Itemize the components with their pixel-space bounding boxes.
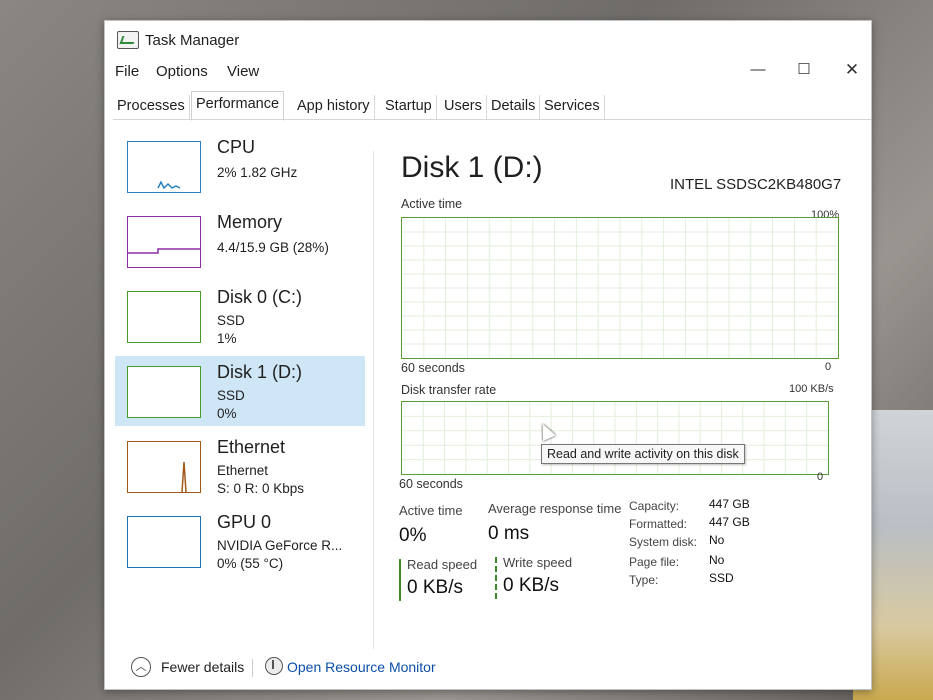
minimize-button[interactable]: —: [745, 59, 771, 81]
formatted-value: 447 GB: [709, 515, 750, 529]
tab-performance[interactable]: Performance: [191, 91, 285, 121]
menu-file[interactable]: File: [115, 63, 139, 80]
write-speed-label: Write speed: [503, 555, 573, 570]
capacity-label: Capacity:: [629, 499, 680, 513]
active-time-graph: [401, 217, 839, 359]
graph2-min: 0: [817, 471, 824, 483]
system-disk-label: System disk:: [629, 535, 698, 549]
graph1-min: 0: [825, 361, 832, 373]
close-button[interactable]: ✕: [839, 59, 865, 81]
sidebar-detail: 2% 1.82 GHz: [217, 165, 298, 180]
read-speed-marker: [399, 559, 401, 601]
sidebar-title: CPU: [217, 137, 256, 157]
response-time-value: 0 ms: [488, 523, 530, 544]
write-speed-value: 0 KB/s: [503, 575, 559, 596]
page-file-value: No: [709, 553, 725, 567]
footer-separator: [252, 659, 253, 677]
tooltip: Read and write activity on this disk: [541, 444, 745, 464]
sidebar-title: Memory: [217, 212, 283, 232]
sidebar-detail: 0% (55 °C): [217, 556, 284, 571]
tab-bar: Processes Performance App history Startu…: [113, 91, 871, 121]
read-speed-value: 0 KB/s: [407, 577, 463, 598]
tab-processes[interactable]: Processes: [113, 95, 190, 119]
window-title: Task Manager: [145, 32, 240, 49]
active-time-value: 0%: [399, 525, 427, 546]
maximize-button[interactable]: ☐: [791, 59, 817, 81]
type-value: SSD: [709, 571, 734, 585]
pane-divider: [373, 151, 374, 649]
chevron-up-icon[interactable]: ︿: [131, 657, 151, 677]
sidebar-detail: SSD: [217, 313, 245, 328]
sidebar-title: Disk 0 (C:): [217, 287, 302, 307]
read-speed-label: Read speed: [407, 557, 478, 572]
sidebar-detail: 1%: [217, 331, 237, 346]
tab-users[interactable]: Users: [440, 95, 487, 119]
tab-app-history[interactable]: App history: [293, 95, 375, 119]
memory-thumbnail: [127, 216, 201, 268]
page-file-label: Page file:: [629, 555, 680, 569]
detail-title: Disk 1 (D:): [401, 151, 543, 184]
performance-sidebar: CPU 2% 1.82 GHz Memory 4.4/15.9 GB (28%)…: [115, 131, 365, 601]
type-label: Type:: [629, 573, 659, 587]
graph1-label: Active time: [401, 197, 463, 211]
tab-services[interactable]: Services: [540, 95, 605, 119]
sidebar-title: Disk 1 (D:): [217, 362, 302, 382]
tab-startup[interactable]: Startup: [381, 95, 437, 119]
fewer-details-link[interactable]: Fewer details: [161, 659, 244, 675]
sidebar-title: GPU 0: [217, 512, 272, 532]
footer: ︿ Fewer details Open Resource Monitor: [105, 649, 871, 689]
graph1-time: 60 seconds: [401, 361, 465, 375]
ethernet-thumbnail: [127, 441, 201, 493]
write-speed-marker: [495, 557, 497, 599]
disk1-thumbnail: [127, 366, 201, 418]
graph2-label: Disk transfer rate: [401, 383, 497, 397]
sidebar-item-ethernet[interactable]: Ethernet Ethernet S: 0 R: 0 Kbps: [115, 431, 365, 501]
sidebar-item-disk-0[interactable]: Disk 0 (C:) SSD 1%: [115, 281, 365, 351]
task-manager-window: Task Manager — ☐ ✕ File Options View Pro…: [104, 20, 872, 690]
graph2-time: 60 seconds: [399, 477, 463, 491]
sidebar-detail: S: 0 R: 0 Kbps: [217, 481, 305, 496]
formatted-label: Formatted:: [629, 517, 688, 531]
disk-model: INTEL SSDSC2KB480G7: [670, 176, 842, 193]
active-time-label: Active time: [399, 503, 463, 518]
cpu-thumbnail: [127, 141, 201, 193]
response-time-label: Average response time: [488, 501, 622, 516]
menu-view[interactable]: View: [227, 63, 259, 80]
menu-options[interactable]: Options: [156, 63, 208, 80]
disk0-thumbnail: [127, 291, 201, 343]
graph2-max: 100 KB/s: [789, 383, 834, 395]
capacity-value: 447 GB: [709, 497, 750, 511]
system-disk-value: No: [709, 533, 725, 547]
sidebar-item-memory[interactable]: Memory 4.4/15.9 GB (28%): [115, 206, 365, 276]
tab-divider: [113, 119, 871, 120]
sidebar-item-disk-1[interactable]: Disk 1 (D:) SSD 0%: [115, 356, 365, 426]
open-resource-monitor-link[interactable]: Open Resource Monitor: [287, 659, 436, 675]
sidebar-detail: 4.4/15.9 GB (28%): [217, 240, 329, 255]
task-manager-icon: [117, 31, 139, 49]
sidebar-item-cpu[interactable]: CPU 2% 1.82 GHz: [115, 131, 365, 201]
sidebar-detail: NVIDIA GeForce R...: [217, 538, 343, 553]
sidebar-detail: SSD: [217, 388, 245, 403]
title-bar: Task Manager: [105, 21, 871, 61]
resource-monitor-icon: [265, 657, 283, 675]
gpu-thumbnail: [127, 516, 201, 568]
sidebar-item-gpu[interactable]: GPU 0 NVIDIA GeForce R... 0% (55 °C): [115, 506, 365, 576]
tab-details[interactable]: Details: [487, 95, 541, 119]
sidebar-detail: 0%: [217, 406, 237, 421]
sidebar-title: Ethernet: [217, 437, 286, 457]
sidebar-detail: Ethernet: [217, 463, 269, 478]
